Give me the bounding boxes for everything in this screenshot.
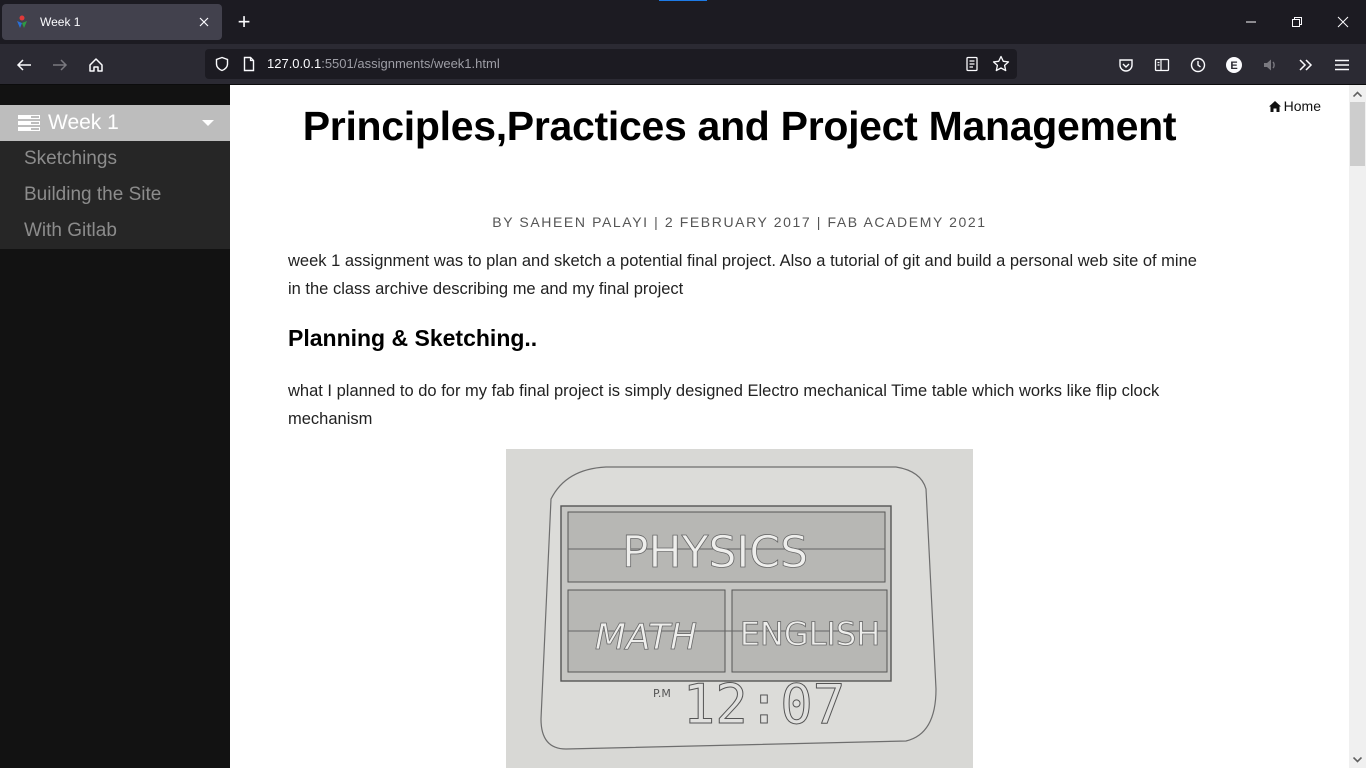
tab-title: Week 1 xyxy=(40,15,81,29)
page-content: Home Principles,Practices and Project Ma… xyxy=(230,85,1349,768)
sketch-top-panel-text: PHYSICS xyxy=(622,527,808,578)
section-heading: Planning & Sketching.. xyxy=(288,325,538,351)
fab-academy-favicon-icon xyxy=(17,15,27,28)
scroll-up-arrow-icon[interactable] xyxy=(1349,85,1366,102)
tab-close-icon[interactable] xyxy=(194,12,214,32)
pocket-button[interactable] xyxy=(1113,52,1139,78)
tab-strip: Week 1 + xyxy=(0,0,1366,44)
sidebar-header-label: Week 1 xyxy=(48,111,119,134)
home-button[interactable] xyxy=(83,52,109,78)
extension-e-icon: E xyxy=(1226,57,1242,73)
intro-paragraph: week 1 assignment was to plan and sketch… xyxy=(288,252,1197,298)
url-bar[interactable]: 127.0.0.1:5501/assignments/week1.html xyxy=(205,49,1017,79)
caret-down-icon xyxy=(202,120,214,126)
navigation-toolbar: 127.0.0.1:5501/assignments/week1.html E xyxy=(0,44,1366,85)
home-icon xyxy=(1268,100,1281,112)
back-button[interactable] xyxy=(11,52,37,78)
sketch-bottom-right-text: ENGLISH xyxy=(740,615,881,653)
scroll-down-arrow-icon[interactable] xyxy=(1349,751,1366,768)
speaker-icon xyxy=(1264,59,1275,71)
mute-tab-button[interactable] xyxy=(1257,52,1283,78)
sketch-bottom-left-text: MATH xyxy=(595,617,697,658)
sidebar-week-1-dropdown[interactable]: Week 1 xyxy=(0,105,230,141)
home-icon xyxy=(89,58,103,72)
section-paragraph: what I planned to do for my fab final pr… xyxy=(288,382,1160,428)
svg-text:E: E xyxy=(1230,60,1237,72)
sidebar-icon xyxy=(1154,58,1170,72)
history-button[interactable] xyxy=(1185,52,1211,78)
overflow-chevrons-icon xyxy=(1299,59,1313,71)
pocket-icon xyxy=(1119,59,1133,72)
byline: BY SAHEEN PALAYI | 2 FEBRUARY 2017 | FAB… xyxy=(492,214,987,230)
scrollbar-thumb[interactable] xyxy=(1350,102,1365,166)
sidebar-toggle-button[interactable] xyxy=(1149,52,1175,78)
back-arrow-icon xyxy=(16,59,31,71)
minimize-icon[interactable] xyxy=(1241,12,1261,32)
page-sidebar: Week 1 Sketchings Building the Site With… xyxy=(0,85,230,768)
tab-week-1[interactable]: Week 1 xyxy=(2,4,222,40)
sidebar-item-with-gitlab[interactable]: With Gitlab xyxy=(0,213,230,249)
sketch-time-text: 12:07 xyxy=(683,673,846,736)
list-icon xyxy=(18,115,40,131)
home-link-label: Home xyxy=(1283,98,1321,114)
sketch-image: PHYSICS MATH ENGLISH P.M 12:07 xyxy=(506,449,973,768)
forward-arrow-icon xyxy=(53,59,68,71)
window-close-icon[interactable] xyxy=(1333,12,1353,32)
app-menu-button[interactable] xyxy=(1329,52,1355,78)
page-scrollbar[interactable] xyxy=(1349,85,1366,768)
history-clock-icon xyxy=(1190,57,1206,73)
reader-view-icon[interactable] xyxy=(964,56,980,72)
extension-button[interactable]: E xyxy=(1221,52,1247,78)
tab-indicator xyxy=(659,0,707,1)
hamburger-menu-icon xyxy=(1335,59,1349,71)
tracking-protection-shield-icon[interactable] xyxy=(214,56,230,72)
home-link[interactable]: Home xyxy=(1268,98,1321,114)
overflow-menu-button[interactable] xyxy=(1293,52,1319,78)
page-title: Principles,Practices and Project Managem… xyxy=(302,103,1177,149)
sidebar-item-sketchings[interactable]: Sketchings xyxy=(0,141,230,177)
sidebar-item-building-the-site[interactable]: Building the Site xyxy=(0,177,230,213)
bookmark-star-icon[interactable] xyxy=(992,55,1010,73)
restore-icon[interactable] xyxy=(1287,12,1307,32)
page-info-icon[interactable] xyxy=(241,56,257,72)
url-text[interactable]: 127.0.0.1:5501/assignments/week1.html xyxy=(267,56,500,71)
sketch-ampm-text: P.M xyxy=(653,687,671,700)
new-tab-button[interactable]: + xyxy=(234,11,254,33)
sidebar-submenu: Sketchings Building the Site With Gitlab xyxy=(0,141,230,249)
forward-button[interactable] xyxy=(47,52,73,78)
